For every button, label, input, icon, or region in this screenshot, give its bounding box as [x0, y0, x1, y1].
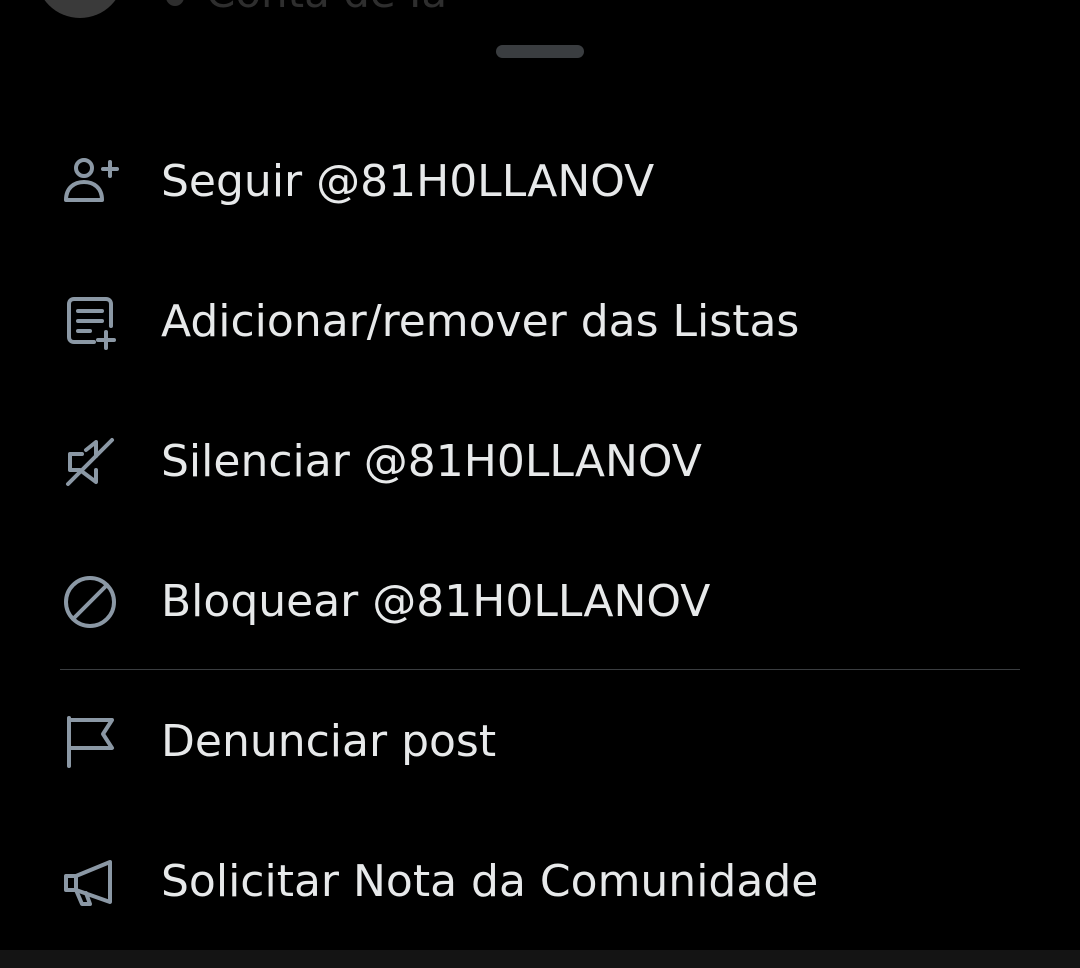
menu-item-label: Denunciar post — [161, 716, 497, 767]
menu-item-label: Bloquear @81H0LLANOV — [161, 576, 711, 627]
menu-item-label: Solicitar Nota da Comunidade — [161, 856, 819, 907]
person-add-icon — [60, 152, 120, 212]
flag-icon — [60, 712, 120, 772]
list-add-icon — [60, 292, 120, 352]
speaker-muted-icon — [60, 432, 120, 492]
menu-item-lists[interactable]: Adicionar/remover das Listas — [0, 252, 1080, 392]
menu-item-block[interactable]: Bloquear @81H0LLANOV — [0, 532, 1080, 672]
sheet-drag-handle[interactable] — [496, 45, 584, 58]
verified-dot-icon — [166, 0, 184, 6]
menu-item-label: Seguir @81H0LLANOV — [161, 156, 655, 207]
system-navigation-bar — [0, 950, 1080, 968]
avatar — [36, 0, 124, 18]
menu-item-mute[interactable]: Silenciar @81H0LLANOV — [0, 392, 1080, 532]
menu-item-follow[interactable]: Seguir @81H0LLANOV — [0, 112, 1080, 252]
menu-item-report-post[interactable]: Denunciar post — [0, 672, 1080, 812]
screen: Conta de Ia Seguir @81H0LLANOV — [0, 0, 1080, 968]
block-icon — [60, 572, 120, 632]
megaphone-icon — [60, 852, 120, 912]
menu-item-request-community-note[interactable]: Solicitar Nota da Comunidade — [0, 812, 1080, 952]
bottom-sheet-menu: Seguir @81H0LLANOV Adicionar/remover das… — [0, 22, 1080, 950]
background-account-label: Conta de Ia — [206, 0, 447, 17]
menu-item-label: Adicionar/remover das Listas — [161, 296, 800, 347]
menu-divider — [60, 669, 1020, 670]
background-content: Conta de Ia — [0, 0, 1080, 22]
menu-item-label: Silenciar @81H0LLANOV — [161, 436, 702, 487]
